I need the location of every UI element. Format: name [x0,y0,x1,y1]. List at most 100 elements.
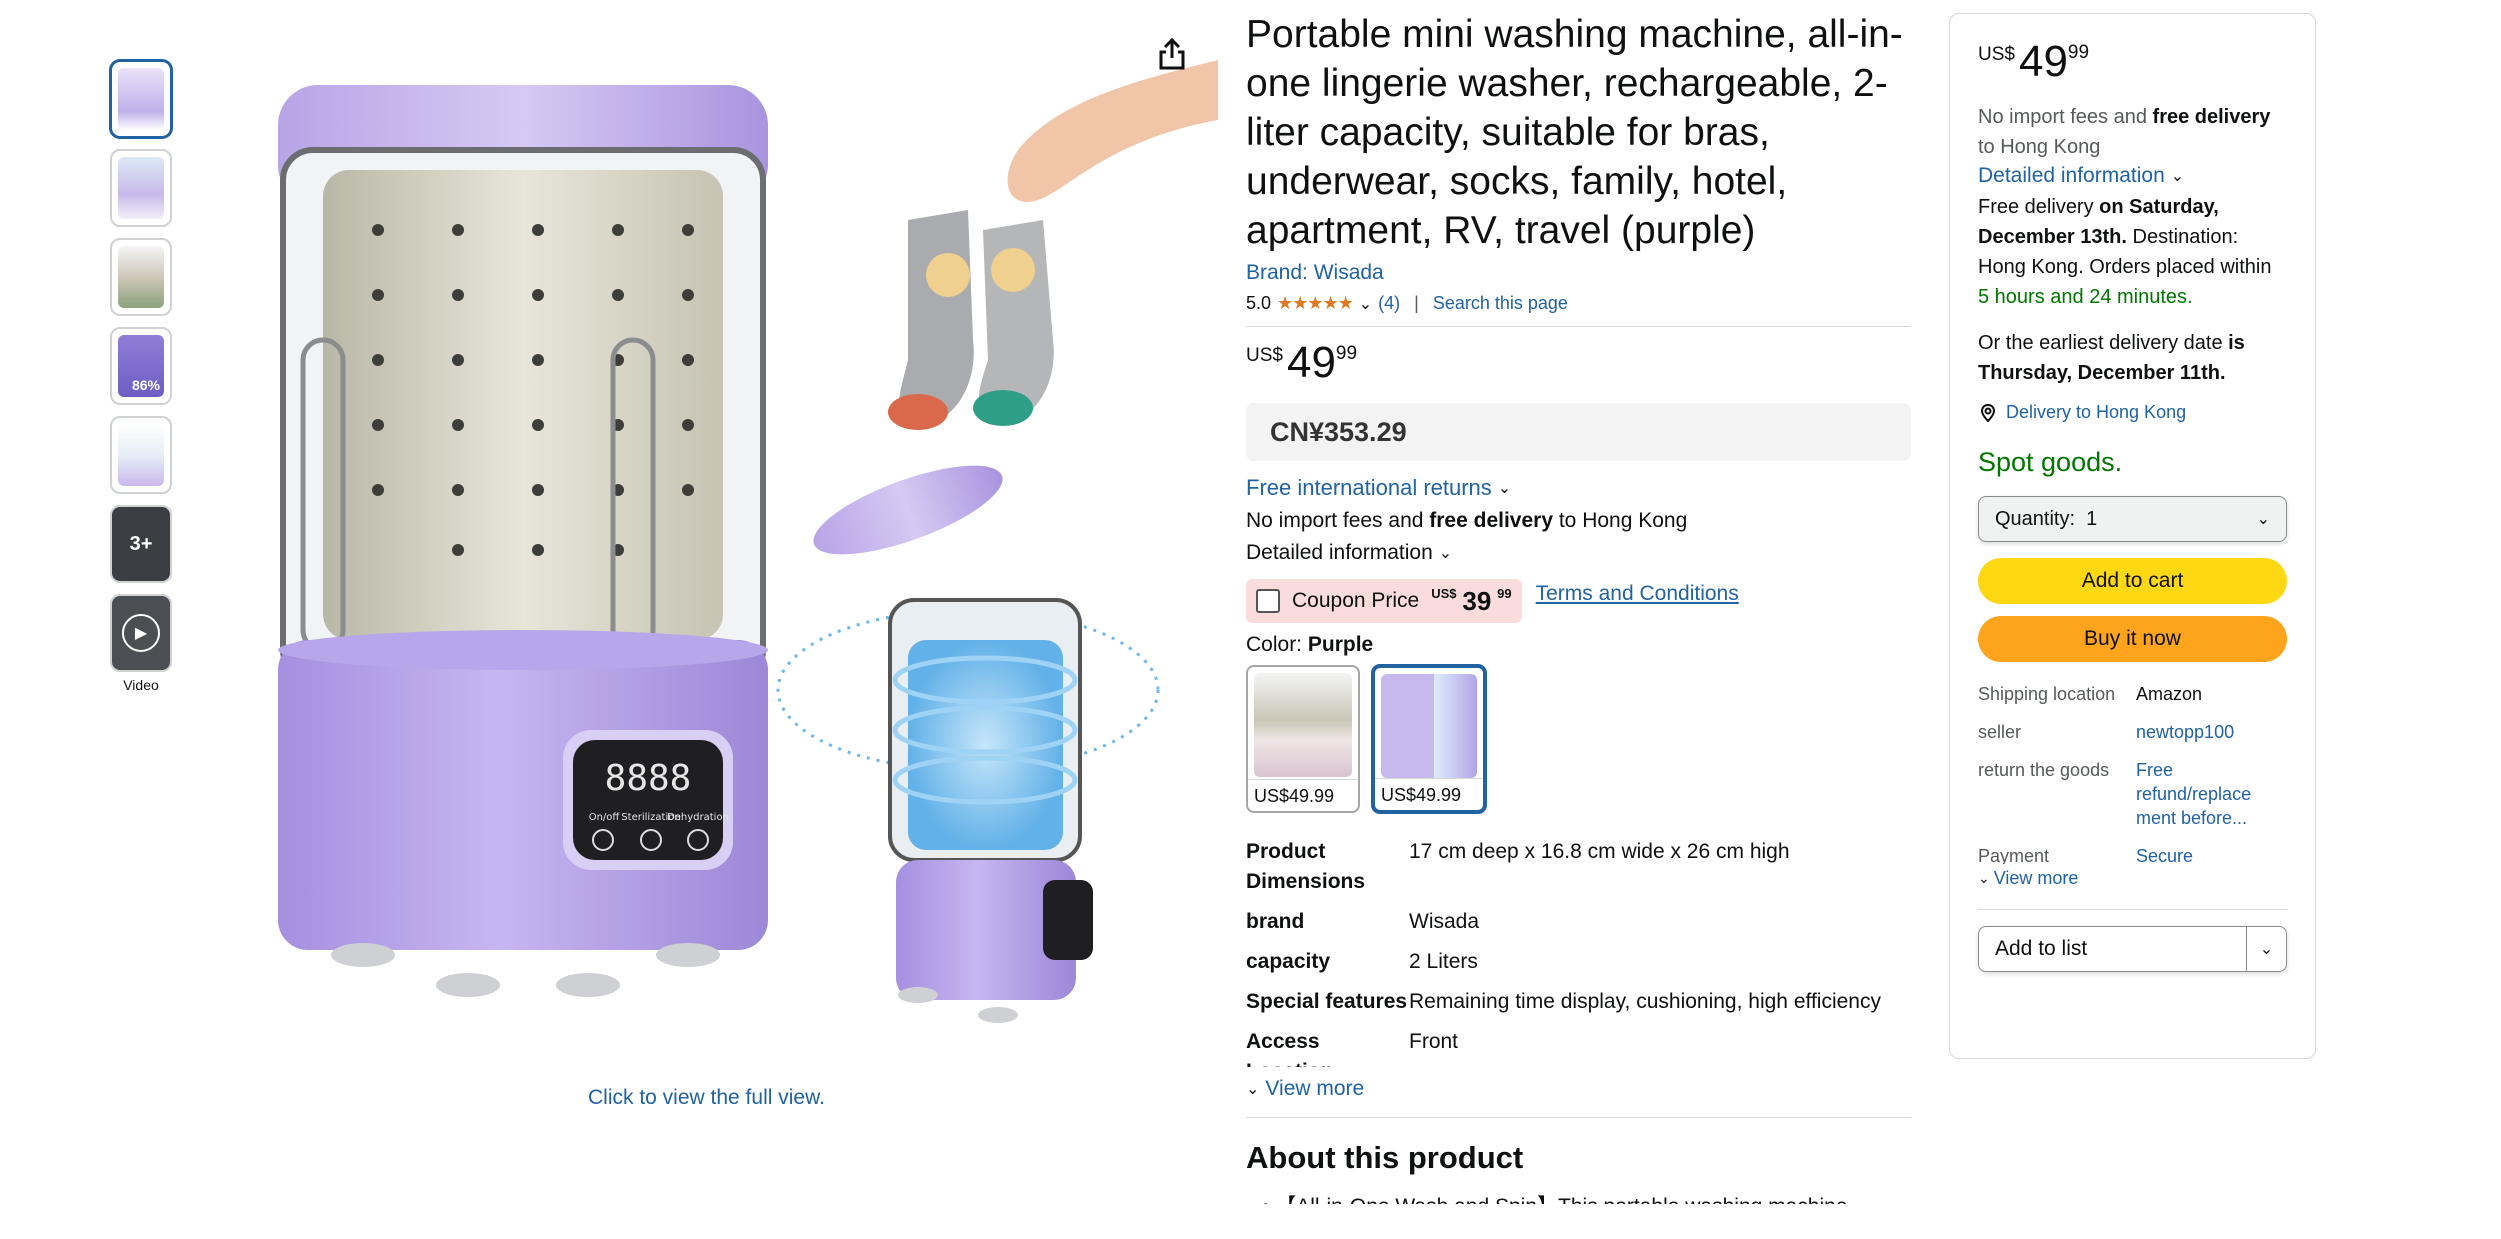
view-full-image-link[interactable]: Click to view the full view. [588,1086,825,1110]
thumbnail-4[interactable]: 86% [110,327,172,405]
add-to-list: Add to list ⌄ [1978,926,2287,972]
thumbnail-1[interactable] [110,60,172,138]
thumbnail-more[interactable]: 3+ [110,505,172,583]
shipping-view-more[interactable]: ⌄ View more [1978,868,2287,889]
shipping-key: Payment [1978,846,2050,864]
earliest-delivery-message: Or the earliest delivery date is Thursda… [1978,328,2287,388]
import-suffix: to Hong Kong [1553,509,1688,532]
buybox-detailed-info-link[interactable]: Detailed information ⌄ [1978,164,2287,188]
delivery-location-link[interactable]: Delivery to Hong Kong [1978,402,2287,423]
shipping-key: seller [1978,722,2022,742]
quantity-select[interactable]: Quantity: 1 ⌄ [1978,496,2287,542]
free-returns-link[interactable]: Free international returns ⌄ [1246,475,1911,501]
spec-value: Remaining time display, cushioning, high… [1409,990,1881,1013]
spec-key: Access Location [1246,1030,1334,1067]
bb-import-bold: free delivery [2152,106,2271,128]
chevron-down-icon: ⌄ [2170,168,2185,185]
bb-detailed-label: Detailed information [1978,164,2165,187]
view-more-label: View more [1993,868,2079,888]
buy-now-button[interactable]: Buy it now [1978,616,2287,662]
rating-value: 5.0 [1246,293,1272,313]
coupon-checkbox[interactable] [1256,589,1280,613]
import-bold: free delivery [1429,509,1554,532]
swatch-purple[interactable]: US$49.99 [1372,665,1486,813]
thumbnail-5[interactable] [110,416,172,494]
search-page-link[interactable]: Search this page [1433,293,1568,314]
divider [1246,326,1911,327]
panel-label-onoff: On/off [589,812,621,823]
cny-price: CN¥353.29 [1270,416,1407,447]
payment-link[interactable]: Secure [2136,844,2287,864]
color-selector-label: Color: Purple [1246,633,1911,657]
product-specs: Product Dimensions 17 cm deep x 16.8 cm … [1246,837,1911,1067]
location-pin-icon [1980,403,1996,422]
spec-row: Access Location Front [1246,1027,1911,1067]
thumbnail-3[interactable] [110,238,172,316]
coupon-whole: 39 [1462,585,1492,616]
shipping-row: seller newtopp100 [1978,720,2287,744]
seller-link[interactable]: newtopp100 [2136,720,2287,744]
delivery-location-label: Delivery to Hong Kong [2006,402,2187,422]
large-washer-illustration: 8888 On/off Sterilization Dehydration [278,85,768,997]
shipping-row: Payment Secure [1978,844,2287,864]
spec-key: capacity [1246,950,1331,973]
buy-box: US$ 49 99 No import fees and free delive… [1949,13,2316,1059]
swatch-price: US$49.99 [1375,778,1483,810]
shipping-row: return the goods Free refund/replace men… [1978,758,2287,830]
specs-view-more[interactable]: ⌄ View more [1246,1077,1911,1101]
coupon-price: US$ 39 99 [1431,586,1511,617]
shipping-row: Shipping location Amazon [1978,682,2287,706]
spec-key: Special features [1246,990,1408,1013]
spec-value: Front [1409,1030,1459,1053]
buybox-fraction: 99 [2067,42,2090,63]
terms-link[interactable]: Terms and Conditions [1536,582,1739,606]
spec-row: Product Dimensions 17 cm deep x 16.8 cm … [1246,837,1911,897]
spec-value: Wisada [1409,910,1480,933]
view-more-label: View more [1265,1077,1365,1100]
chevron-down-icon[interactable]: ⌄ [1359,294,1372,314]
cny-price-box: CN¥353.29 [1246,403,1911,461]
review-count-link[interactable]: (4) [1378,293,1400,314]
color-value: Purple [1307,633,1374,656]
price-fraction: 99 [1335,343,1358,364]
delivery-countdown: 5 hours and 24 minutes. [1978,286,2193,308]
share-icon[interactable] [1152,34,1192,74]
spec-row: brand Wisada [1246,907,1911,937]
color-label: Color: [1246,633,1308,656]
delivery-prefix: Free delivery [1978,196,2100,218]
quantity-label: Quantity: [1995,507,2076,530]
display-digits: 8888 [605,758,692,799]
thumbnail-more-count: 3+ [112,507,170,581]
return-policy-link[interactable]: Free refund/replace ment before... [2136,758,2287,830]
buybox-import-text: No import fees and free delivery to Hong… [1978,102,2287,162]
thumbnail-strip: 86% 3+ ▶ Video [110,60,174,693]
divider [1246,1117,1911,1118]
main-product-image[interactable]: 8888 On/off Sterilization Dehydration [208,40,1218,1030]
buybox-whole: 49 [2018,37,2068,86]
thumbnail-2[interactable] [110,149,172,227]
about-bullet: • 【All-in-One Wash and Spin】This portabl… [1246,1190,1911,1204]
spec-key: Product Dimensions [1246,840,1366,893]
star-rating-icon[interactable]: ★★★★★ [1277,293,1354,314]
thumbnail-video[interactable]: ▶ [110,594,172,672]
spec-value: 17 cm deep x 16.8 cm wide x 26 cm high [1409,840,1790,863]
shipping-details: Shipping location Amazon seller newtopp1… [1978,682,2287,889]
quantity-value: 1 [2086,507,2098,530]
add-to-list-dropdown[interactable]: ⌄ [2246,927,2286,971]
import-prefix: No import fees and [1246,509,1430,532]
add-to-cart-button[interactable]: Add to cart [1978,558,2287,604]
brand-link[interactable]: Brand: Wisada [1246,261,1911,285]
about-bullet-text: 【All-in-One Wash and Spin】This portable … [1275,1195,1847,1204]
coupon-fraction: 99 [1497,585,1512,601]
product-price: US$ 49 99 [1246,339,1911,387]
divider [1978,909,2287,910]
stock-status: Spot goods. [1978,447,2123,477]
price-currency: US$ [1246,345,1283,366]
add-to-list-button[interactable]: Add to list [1979,937,2246,961]
video-label: Video [123,677,159,693]
detailed-info-link[interactable]: Detailed information ⌄ [1246,541,1911,565]
thumbnail-badge: 86% [118,335,164,397]
spec-value: 2 Liters [1409,950,1478,973]
swatch-white[interactable]: US$49.99 [1246,665,1360,813]
chevron-down-icon: ⌄ [1438,545,1453,562]
